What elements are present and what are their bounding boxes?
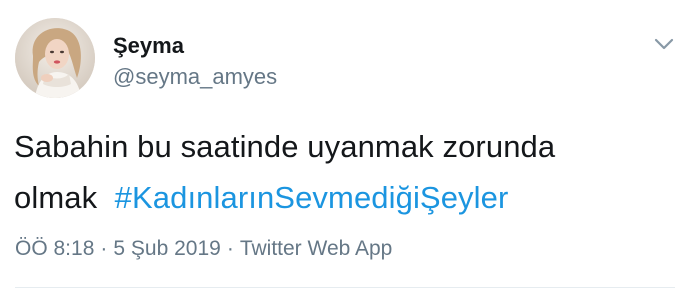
divider <box>15 287 675 288</box>
tweet-text-line-1: Sabahin bu saatinde uyanmak zorunda <box>14 129 556 164</box>
tweet-time[interactable]: ÖÖ 8:18 <box>15 237 94 260</box>
avatar[interactable] <box>15 18 95 98</box>
meta-separator: · <box>100 237 108 260</box>
tweet-text: Sabahin bu saatinde uyanmak zorunda olma… <box>14 121 674 223</box>
meta-separator: · <box>226 237 234 260</box>
avatar-image <box>15 18 95 98</box>
display-name[interactable]: Şeyma <box>113 33 184 59</box>
tweet-date[interactable]: 5 Şub 2019 <box>113 237 220 260</box>
tweet-source[interactable]: Twitter Web App <box>240 237 393 260</box>
chevron-down-icon[interactable] <box>650 30 678 58</box>
tweet-card: Şeyma @seyma_amyes Sabahin bu saatinde u… <box>0 0 690 293</box>
tweet-text-line-2: olmak #KadınlarınSevmediğiŞeyler <box>14 172 674 223</box>
tweet-text-word: olmak <box>14 180 98 215</box>
hashtag-link[interactable]: #KadınlarınSevmediğiŞeyler <box>115 180 509 215</box>
user-handle[interactable]: @seyma_amyes <box>113 64 277 90</box>
tweet-metadata: ÖÖ 8:18 · 5 Şub 2019 · Twitter Web App <box>15 236 392 262</box>
